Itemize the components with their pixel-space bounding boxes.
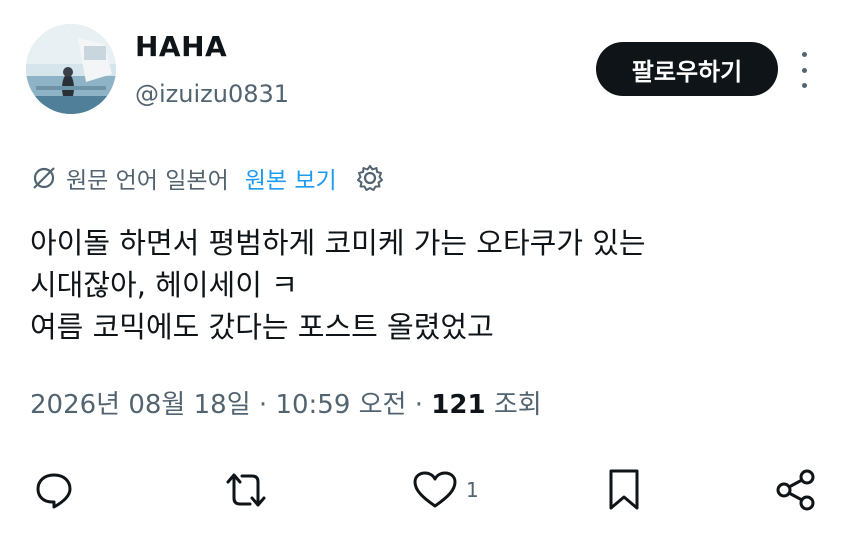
tweet-time[interactable]: 10:59 오전 bbox=[275, 390, 406, 420]
more-menu-button[interactable] bbox=[792, 52, 816, 88]
tweet-line: 시대잖아, 헤이세이 ㅋ bbox=[30, 268, 298, 302]
author-handle[interactable]: @izuizu0831 bbox=[135, 80, 289, 108]
translate-off-icon bbox=[33, 167, 55, 189]
bookmark-button[interactable] bbox=[606, 462, 642, 518]
translation-settings-button[interactable] bbox=[355, 163, 385, 193]
meta-separator: · bbox=[250, 390, 276, 420]
view-original-link[interactable]: 원본 보기 bbox=[245, 161, 337, 195]
views-count: 121 bbox=[431, 390, 486, 420]
follow-button[interactable]: 팔로우하기 bbox=[596, 42, 778, 96]
avatar[interactable] bbox=[26, 24, 116, 114]
meta-separator: · bbox=[406, 390, 432, 420]
tweet-meta: 2026년 08월 18일 · 10:59 오전 · 121 조회 bbox=[30, 384, 542, 421]
tweet-line: 아이돌 하면서 평범하게 코미케 가는 오타쿠가 있는 bbox=[30, 226, 646, 260]
views-label: 조회 bbox=[485, 390, 542, 420]
more-vertical-icon bbox=[801, 52, 807, 57]
action-bar: 1 bbox=[0, 462, 850, 518]
heart-icon bbox=[413, 471, 457, 508]
share-icon bbox=[776, 469, 815, 511]
tweet-line: 여름 코믹에도 갔다는 포스트 올렸었고 bbox=[30, 310, 494, 344]
tweet-text: 아이돌 하면서 평범하게 코미케 가는 오타쿠가 있는 시대잖아, 헤이세이 ㅋ… bbox=[30, 222, 820, 348]
original-language-label: 원문 언어 일본어 bbox=[66, 168, 229, 194]
translation-bar: 원문 언어 일본어 원본 보기 bbox=[30, 158, 385, 198]
like-button[interactable]: 1 bbox=[412, 462, 479, 518]
reply-button[interactable] bbox=[34, 462, 74, 518]
tweet-date[interactable]: 2026년 08월 18일 bbox=[30, 390, 251, 420]
gear-icon bbox=[356, 165, 383, 191]
bookmark-icon bbox=[609, 469, 639, 510]
avatar-image bbox=[26, 24, 116, 114]
share-button[interactable] bbox=[774, 462, 818, 518]
author-name[interactable]: HAHA bbox=[135, 30, 227, 63]
like-count: 1 bbox=[466, 478, 479, 502]
retweet-icon bbox=[226, 473, 266, 507]
retweet-button[interactable] bbox=[222, 462, 270, 518]
reply-icon bbox=[36, 473, 72, 509]
